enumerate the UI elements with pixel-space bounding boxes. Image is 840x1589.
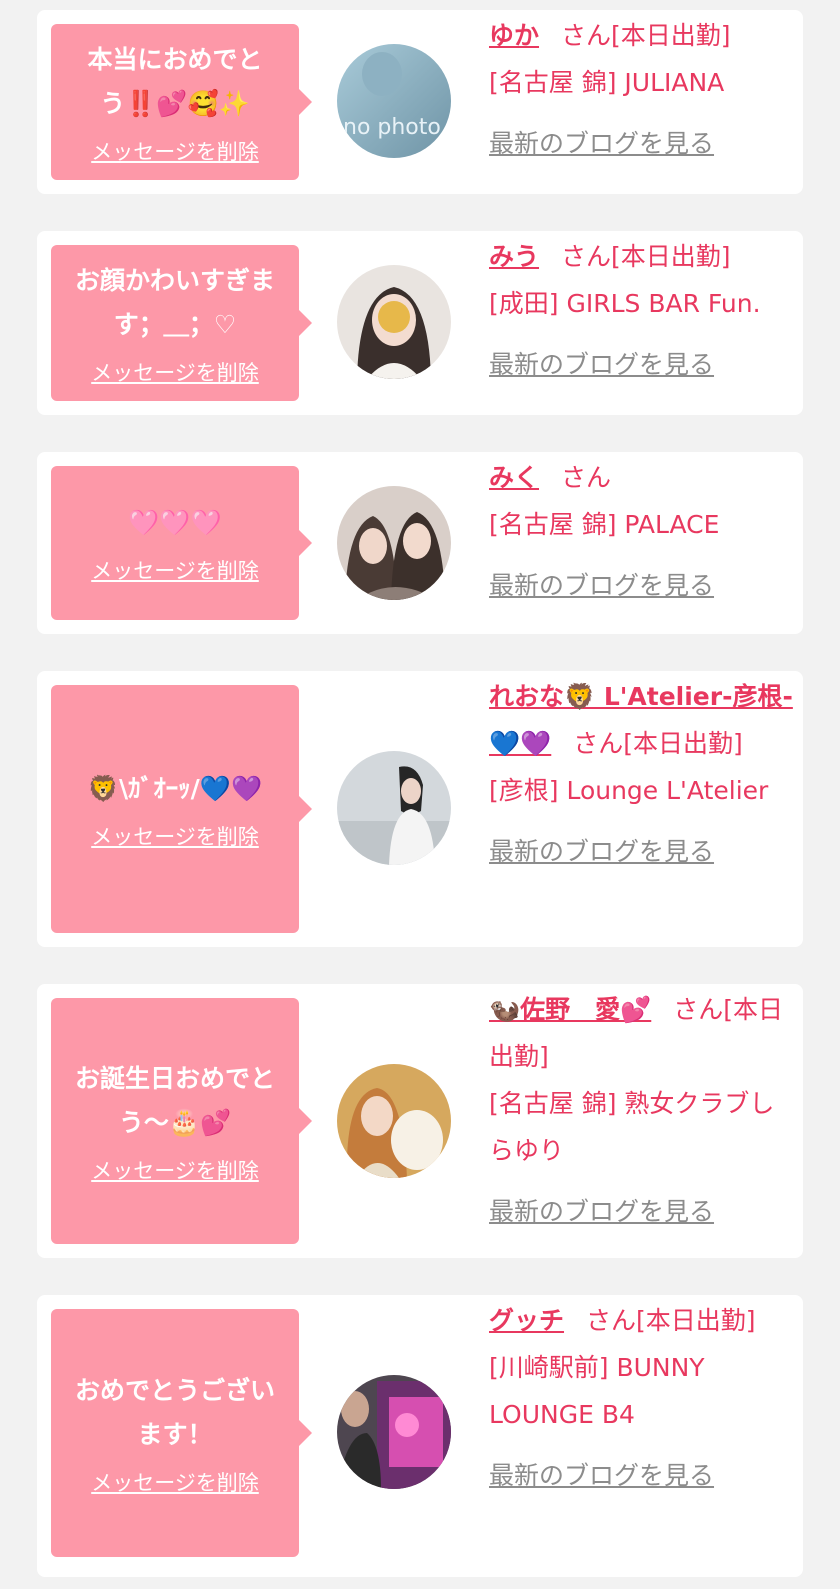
honorific-label: さん xyxy=(561,242,612,271)
cast-name-link[interactable]: ゆか xyxy=(489,21,539,50)
message-text: 🦁\ｶﾞｵｰｯ/💙💜 xyxy=(87,774,263,803)
message-bubble: 🦁\ｶﾞｵｰｯ/💙💜 メッセージを削除 xyxy=(51,685,312,933)
message-bubble: お顔かわいすぎます；＿；♡ メッセージを削除 xyxy=(51,245,312,401)
message-card: おめでとうございます！ メッセージを削除 グッチ さん[本日出勤] [川崎駅前] … xyxy=(37,1295,803,1577)
status-badge: [本日出勤] xyxy=(636,1306,756,1335)
honorific-label: さん xyxy=(586,1306,637,1335)
cast-info: グッチ さん[本日出勤] [川崎駅前] BUNNY LOUNGE B4 最新のブロ… xyxy=(489,1297,795,1499)
message-card: お顔かわいすぎます；＿；♡ メッセージを削除 みう さん[本日出勤] [成田] G… xyxy=(37,231,803,415)
girl-photo-avatar[interactable] xyxy=(337,265,451,379)
shop-name: [名古屋 錦] JULIANA xyxy=(489,68,725,97)
message-bubble: おめでとうございます！ メッセージを削除 xyxy=(51,1309,312,1557)
delete-message-link[interactable]: メッセージを削除 xyxy=(91,821,259,851)
latest-blog-link[interactable]: 最新のブログを見る xyxy=(489,120,795,167)
status-badge: [本日出勤] xyxy=(623,729,743,758)
delete-message-link[interactable]: メッセージを削除 xyxy=(91,1155,259,1185)
message-card: 🦁\ｶﾞｵｰｯ/💙💜 メッセージを削除 れおな🦁 L'Atelier-彦根-💙💜… xyxy=(37,671,803,947)
cast-info: みく さん [名古屋 錦] PALACE 最新のブログを見る xyxy=(489,454,795,609)
message-card: 本当におめでとう‼️💕🥰✨ メッセージを削除 no photo ゆか さん[本日出… xyxy=(37,10,803,194)
message-text: お誕生日おめでとう〜🎂💕 xyxy=(74,1064,275,1137)
message-text: 本当におめでとう‼️💕🥰✨ xyxy=(87,45,263,118)
message-bubble: お誕生日おめでとう〜🎂💕 メッセージを削除 xyxy=(51,998,312,1244)
shop-name: [名古屋 錦] PALACE xyxy=(489,510,720,539)
shop-name: [成田] GIRLS BAR Fun. xyxy=(489,289,761,318)
cast-info: ゆか さん[本日出勤] [名古屋 錦] JULIANA 最新のブログを見る xyxy=(489,12,795,167)
status-badge: [本日出勤] xyxy=(611,21,731,50)
message-text: おめでとうございます！ xyxy=(74,1376,275,1449)
cast-name-link[interactable]: グッチ xyxy=(489,1306,564,1335)
cast-name-link[interactable]: 🦦佐野 愛💕 xyxy=(489,995,651,1024)
honorific-label: さん xyxy=(573,729,624,758)
cast-info: れおな🦁 L'Atelier-彦根-💙💜 さん[本日出勤] [彦根] Lounge… xyxy=(489,673,795,875)
delete-message-link[interactable]: メッセージを削除 xyxy=(91,1467,259,1497)
message-card: お誕生日おめでとう〜🎂💕 メッセージを削除 🦦佐野 愛💕 さん[本日出勤] [名古… xyxy=(37,984,803,1258)
message-bubble: 🩷🩷🩷 メッセージを削除 xyxy=(51,466,312,620)
no-photo-text: no photo xyxy=(343,115,441,140)
selfie-photo-avatar[interactable] xyxy=(337,1375,451,1489)
honorific-label: さん xyxy=(561,463,612,492)
latest-blog-link[interactable]: 最新のブログを見る xyxy=(489,562,795,609)
no-photo-avatar[interactable]: no photo xyxy=(337,44,451,158)
latest-blog-link[interactable]: 最新のブログを見る xyxy=(489,1452,795,1499)
delete-message-link[interactable]: メッセージを削除 xyxy=(91,555,259,585)
two-girls-photo-avatar[interactable] xyxy=(337,486,451,600)
latest-blog-link[interactable]: 最新のブログを見る xyxy=(489,828,795,875)
cast-info: 🦦佐野 愛💕 さん[本日出勤] [名古屋 錦] 熟女クラブしらゆり 最新のブログを… xyxy=(489,986,795,1235)
cast-info: みう さん[本日出勤] [成田] GIRLS BAR Fun. 最新のブログを見る xyxy=(489,233,795,388)
status-badge: [本日出勤] xyxy=(611,242,731,271)
shop-name: [名古屋 錦] 熟女クラブしらゆり xyxy=(489,1089,775,1165)
message-bubble: 本当におめでとう‼️💕🥰✨ メッセージを削除 xyxy=(51,24,312,180)
latest-blog-link[interactable]: 最新のブログを見る xyxy=(489,341,795,388)
cast-name-link[interactable]: みう xyxy=(489,242,539,271)
shop-name: [川崎駅前] BUNNY LOUNGE B4 xyxy=(489,1353,705,1429)
girl-photo-avatar[interactable] xyxy=(337,751,451,865)
latest-blog-link[interactable]: 最新のブログを見る xyxy=(489,1188,795,1235)
message-card: 🩷🩷🩷 メッセージを削除 みく さん [名古屋 錦] PALACE 最新のブログを… xyxy=(37,452,803,634)
cast-name-link[interactable]: みく xyxy=(489,463,539,492)
girl-photo-avatar[interactable] xyxy=(337,1064,451,1178)
delete-message-link[interactable]: メッセージを削除 xyxy=(91,357,259,387)
message-text: お顔かわいすぎます；＿；♡ xyxy=(74,266,275,339)
message-text: 🩷🩷🩷 xyxy=(128,508,222,537)
delete-message-link[interactable]: メッセージを削除 xyxy=(91,136,259,166)
shop-name: [彦根] Lounge L'Atelier xyxy=(489,776,769,805)
honorific-label: さん xyxy=(561,21,612,50)
honorific-label: さん xyxy=(673,995,724,1024)
